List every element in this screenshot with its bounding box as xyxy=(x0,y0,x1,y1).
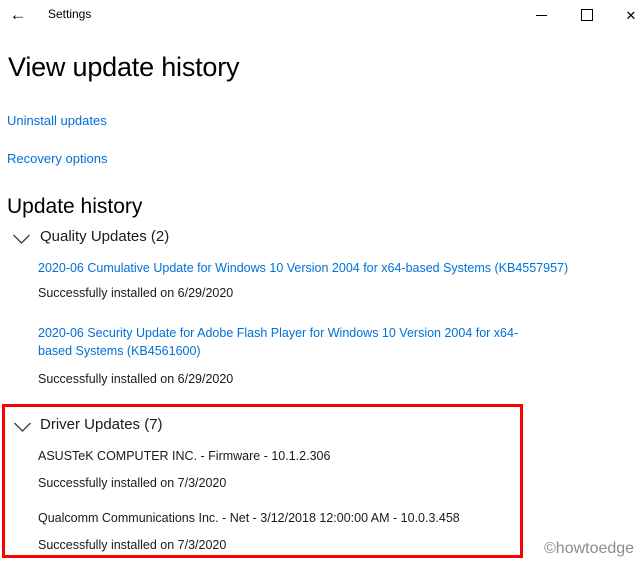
window-title: Settings xyxy=(48,7,92,21)
maximize-icon xyxy=(581,9,593,21)
update-entry-link[interactable]: 2020-06 Cumulative Update for Windows 10… xyxy=(38,259,568,277)
chevron-down-icon xyxy=(14,422,31,432)
maximize-button[interactable] xyxy=(564,0,610,30)
driver-updates-collapse-toggle[interactable] xyxy=(13,420,32,438)
quality-updates-section-label[interactable]: Quality Updates (2) xyxy=(40,228,169,245)
update-entry-status: Successfully installed on 6/29/2020 xyxy=(38,286,234,300)
driver-entry-title: ASUSTeK COMPUTER INC. - Firmware - 10.1.… xyxy=(38,449,331,463)
driver-entry-status: Successfully installed on 7/3/2020 xyxy=(38,476,227,490)
minimize-button[interactable] xyxy=(518,0,564,30)
page-title: View update history xyxy=(8,52,240,82)
update-entry-status: Successfully installed on 6/29/2020 xyxy=(38,372,234,386)
driver-entry-status: Successfully installed on 7/3/2020 xyxy=(38,538,227,552)
quality-updates-collapse-toggle[interactable] xyxy=(12,232,31,250)
watermark: ©howtoedge xyxy=(544,540,635,557)
close-icon: ✕ xyxy=(625,7,637,23)
driver-entry-title: Qualcomm Communications Inc. - Net - 3/1… xyxy=(38,511,460,525)
minimize-icon xyxy=(535,14,547,16)
close-button[interactable]: ✕ xyxy=(608,0,640,30)
uninstall-updates-link[interactable]: Uninstall updates xyxy=(7,113,107,128)
update-entry-link[interactable]: 2020-06 Security Update for Adobe Flash … xyxy=(38,324,540,360)
chevron-down-icon xyxy=(13,234,30,244)
back-button[interactable]: ← xyxy=(2,1,34,29)
back-arrow-icon: ← xyxy=(9,5,27,24)
driver-updates-section-label[interactable]: Driver Updates (7) xyxy=(40,416,163,433)
settings-window: ← Settings ✕ View update history Uninsta… xyxy=(0,0,640,564)
update-history-heading: Update history xyxy=(7,195,143,218)
recovery-options-link[interactable]: Recovery options xyxy=(7,151,107,166)
